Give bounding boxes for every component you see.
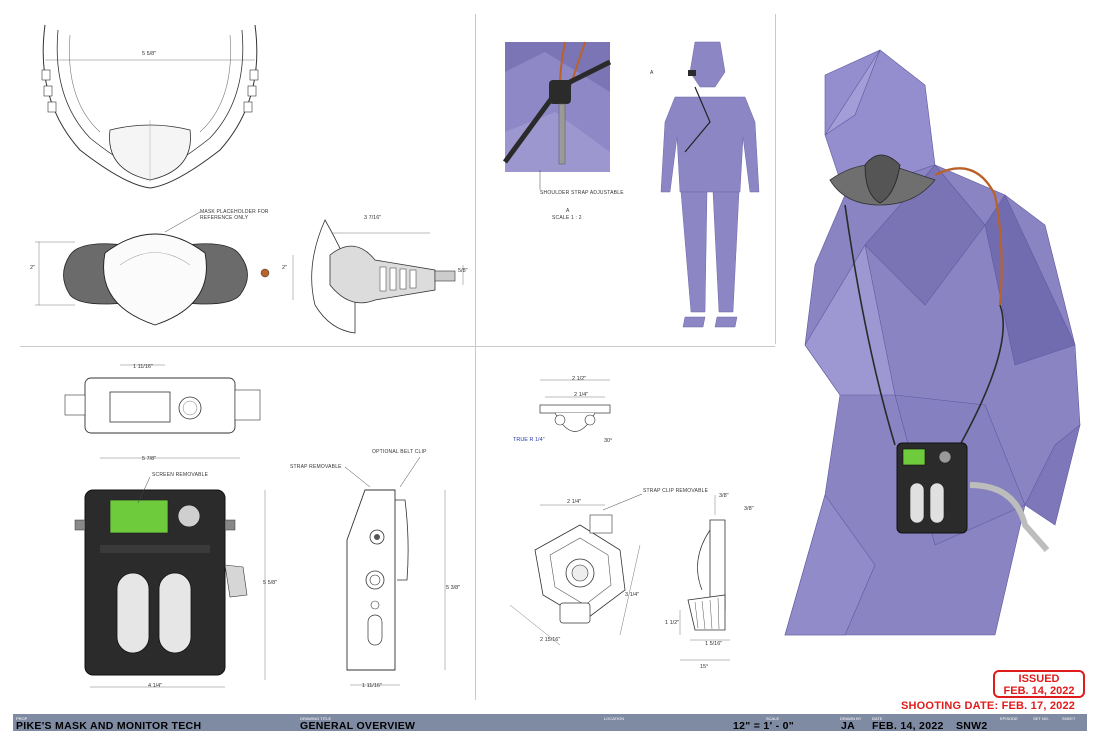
- title-block-sheet-label: SHEET: [1062, 716, 1076, 721]
- dim-monitor-front-height: 5 5/8": [263, 580, 278, 586]
- title-block-set-value: SNW2: [956, 720, 988, 732]
- monitor-front-view-drawing: [74, 457, 266, 688]
- issued-stamp: ISSUED FEB. 14, 2022: [993, 670, 1085, 698]
- title-block-date-value: FEB. 14, 2022: [872, 720, 944, 732]
- dim-clip-iso-bottom: 2 15/16": [540, 637, 561, 643]
- dim-clip-radius: TRUE R 1/4": [513, 437, 545, 443]
- issued-stamp-line1: ISSUED: [1018, 673, 1060, 685]
- dim-mask-side-height: 2": [282, 265, 288, 271]
- dim-clip-iso-right: 3 1/4": [625, 592, 640, 598]
- clip-isometric-drawing: [509, 504, 641, 646]
- detail-a-inset: [502, 41, 612, 172]
- title-block-prop-value: PIKE'S MASK AND MONITOR TECH: [16, 720, 202, 732]
- screen-removable-leader: [137, 476, 151, 504]
- drawing-sheet: 5 5/8" 2" MASK PLACEHOLDER FOR REFERENCE…: [0, 0, 1100, 748]
- dim-clip-top-outer: 2 1/2": [572, 376, 587, 382]
- title-block-location-label: LOCATION: [604, 716, 625, 721]
- figure-render-large: [784, 49, 1081, 636]
- title-block-set-no-label: SET NO.: [1033, 716, 1049, 721]
- figure-back-view: [660, 41, 760, 328]
- dim-clip-side-top: 3/8": [719, 493, 729, 499]
- dim-mask-side-width: 3 7/16": [364, 215, 382, 221]
- note-mask-placeholder: MASK PLACEHOLDER FOR REFERENCE ONLY: [200, 209, 269, 221]
- dim-monitor-side-bottom: 1 11/16": [362, 683, 382, 689]
- dim-clip-side-top2: 3/8": [744, 506, 754, 512]
- note-shoulder-strap: SHOULDER STRAP ADJUSTABLE: [540, 190, 624, 196]
- note-screen-removable: SCREEN REMOVABLE: [152, 472, 209, 478]
- mask-top-view-drawing: [41, 24, 259, 189]
- divider-horizontal: [20, 346, 775, 347]
- shoulder-strap-leader: [539, 170, 541, 190]
- note-strap-removable: STRAP REMOVABLE: [290, 464, 342, 470]
- strap-removable-leader: [344, 466, 371, 488]
- dim-monitor-side-height: 5 3/8": [446, 585, 461, 591]
- dim-mask-side-nozzle: 5/8": [458, 268, 468, 274]
- dim-monitor-bottom-width: 4 1/4": [148, 683, 163, 689]
- divider-vertical-right: [775, 14, 776, 344]
- detail-scale-ref: A: [566, 208, 570, 214]
- divider-vertical-left: [475, 14, 476, 700]
- note-optional-belt-clip: OPTIONAL BELT CLIP: [372, 449, 427, 455]
- dim-clip-iso-top: 2 1/4": [567, 499, 582, 505]
- title-block-scale-value: 12" = 1' - 0": [733, 720, 795, 732]
- shooting-date: SHOOTING DATE: FEB. 17, 2022: [901, 700, 1076, 712]
- dim-clip-side-bottom: 1 5/16": [705, 641, 723, 647]
- note-detail-scale: SCALE 1 : 2: [552, 215, 582, 221]
- dim-mask-front-height: 2": [30, 265, 36, 271]
- title-block-drawn-by-value: JA: [841, 720, 856, 732]
- issued-stamp-line2: FEB. 14, 2022: [1003, 685, 1075, 697]
- dim-monitor-front-width: 5 7/8": [142, 456, 157, 462]
- dim-monitor-top-width: 1 11/16": [133, 364, 153, 370]
- belt-clip-leader: [399, 456, 421, 488]
- dim-clip-top-inner: 2 1/4": [574, 392, 589, 398]
- mask-front-view-drawing: [35, 233, 270, 326]
- dim-clip-side-left: 1 1/2": [665, 620, 680, 626]
- mask-side-view-drawing: [292, 219, 464, 334]
- dim-clip-angle: 30°: [604, 438, 613, 444]
- strap-clip-leader: [602, 493, 643, 511]
- mask-placeholder-leader: [164, 211, 201, 233]
- monitor-top-view-drawing: [64, 364, 261, 434]
- dim-mask-top-width: 5 5/8": [142, 51, 157, 57]
- title-block-drawing-title-value: GENERAL OVERVIEW: [300, 720, 416, 732]
- title-block-episode-label: EPISODE: [1000, 716, 1018, 721]
- dim-clip-side-angle: 15°: [700, 664, 709, 670]
- detail-callout-a: A: [650, 70, 654, 76]
